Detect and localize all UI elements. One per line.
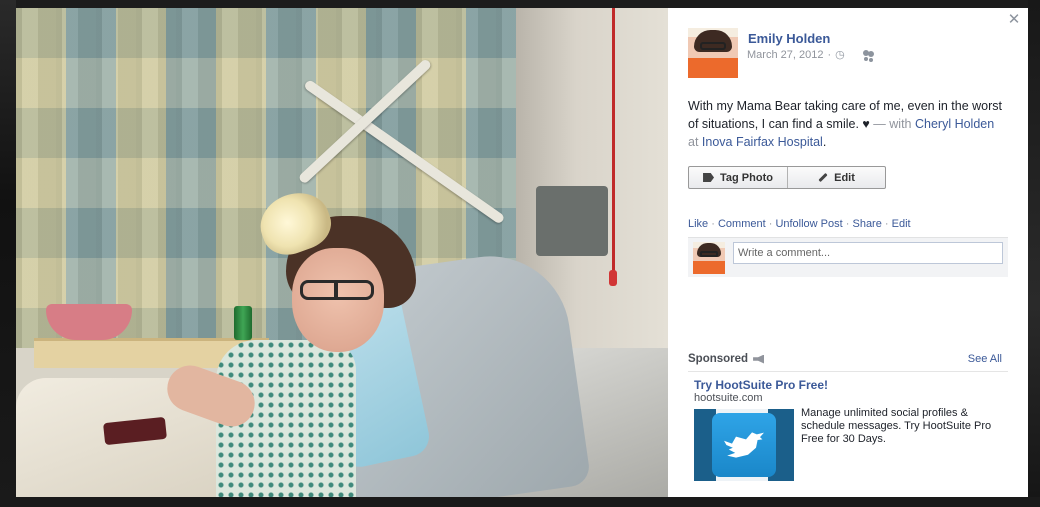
megaphone-icon <box>753 354 765 364</box>
wall-device <box>536 186 608 256</box>
backdrop-bottom <box>0 497 1040 507</box>
pencil-icon <box>818 172 828 183</box>
backdrop-right <box>1028 0 1040 507</box>
caption-period: . <box>822 135 827 149</box>
share-link[interactable]: Share <box>852 218 881 230</box>
basin <box>46 304 132 340</box>
see-all-link[interactable]: See All <box>968 353 1002 365</box>
backdrop-left <box>0 0 16 507</box>
comment-input[interactable] <box>733 242 1003 264</box>
edit-link[interactable]: Edit <box>892 218 911 230</box>
avatar-glasses <box>700 251 718 257</box>
tagged-person-link[interactable]: Cheryl Holden <box>915 117 994 131</box>
avatar <box>693 242 725 274</box>
photo-viewer-image[interactable] <box>16 8 668 497</box>
ad-title-link[interactable]: Try HootSuite Pro Free! <box>694 378 828 392</box>
backdrop-top <box>0 0 1040 8</box>
post-meta: March 27, 2012 · ◷ <box>747 48 875 61</box>
tag-photo-label: Tag Photo <box>720 171 773 184</box>
face <box>292 248 384 352</box>
clock-icon: ◷ <box>835 49 845 61</box>
comment-composer <box>688 237 1008 277</box>
unfollow-post-link[interactable]: Unfollow Post <box>775 218 842 230</box>
sponsored-header: Sponsored See All <box>688 352 1008 372</box>
post-caption: With my Mama Bear taking care of me, eve… <box>688 97 1008 151</box>
sponsored-title: Sponsored <box>688 353 765 365</box>
soda-can <box>234 306 252 340</box>
at-word: at <box>688 135 699 149</box>
post-actions: Like · Comment · Unfollow Post · Share ·… <box>688 218 911 230</box>
tag-icon <box>703 173 715 182</box>
author-name[interactable]: Emily Holden <box>748 31 830 46</box>
avatar-glasses <box>700 42 726 50</box>
call-cord-tip <box>609 270 617 286</box>
edit-button[interactable]: Edit <box>788 167 885 188</box>
ad-image[interactable] <box>694 409 794 481</box>
glasses-bridge <box>334 280 338 300</box>
sponsored-label: Sponsored <box>688 353 749 365</box>
post-date[interactable]: March 27, 2012 <box>747 49 823 61</box>
avatar[interactable] <box>688 28 738 78</box>
photo-side-panel: ✕ Emily Holden March 27, 2012 · ◷ With m… <box>668 8 1028 497</box>
place-link[interactable]: Inova Fairfax Hospital <box>702 135 823 149</box>
like-link[interactable]: Like <box>688 218 708 230</box>
meta-separator: · <box>827 48 832 61</box>
edit-label: Edit <box>834 171 855 184</box>
action-sep: · <box>708 218 718 230</box>
comment-link[interactable]: Comment <box>718 218 766 230</box>
twitter-logo <box>712 413 776 477</box>
twitter-bird-icon <box>724 432 764 458</box>
tag-photo-button[interactable]: Tag Photo <box>689 167 788 188</box>
action-sep: · <box>881 218 892 230</box>
ad-domain: hootsuite.com <box>694 392 763 404</box>
ad-body: Manage unlimited social profiles & sched… <box>801 407 992 445</box>
friends-icon[interactable] <box>862 49 875 60</box>
call-cord <box>612 8 615 278</box>
photo-actions-buttons: Tag Photo Edit <box>688 166 886 189</box>
with-prefix: — with <box>873 117 912 131</box>
action-sep: · <box>765 218 776 230</box>
close-icon[interactable]: ✕ <box>1006 12 1022 28</box>
